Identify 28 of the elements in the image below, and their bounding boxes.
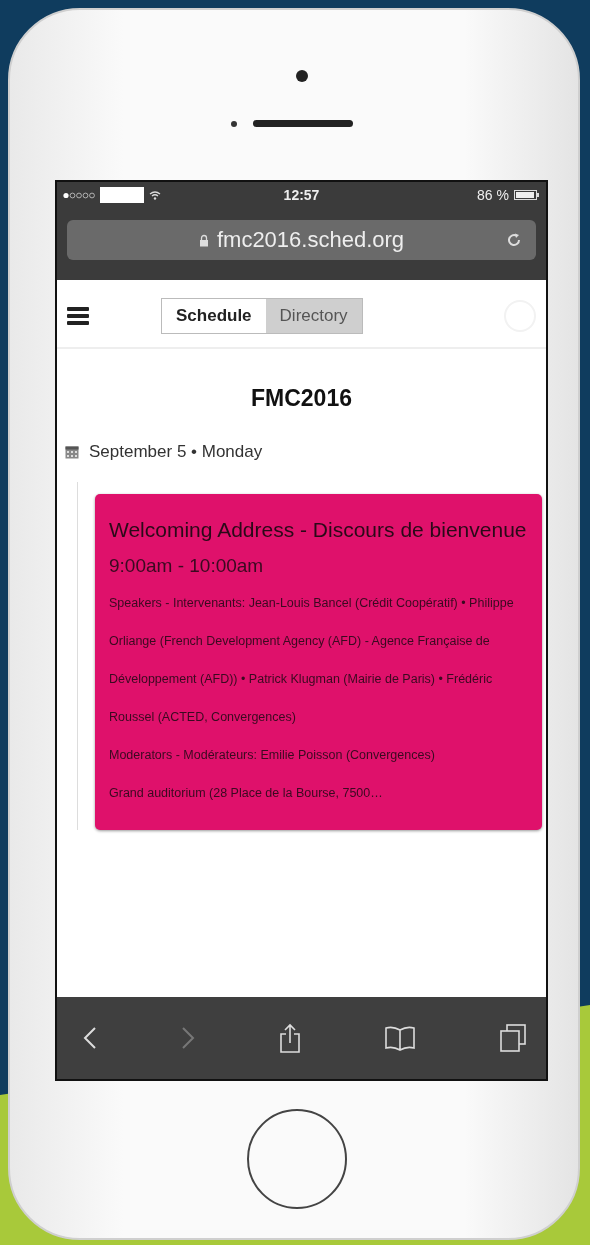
- nav-tab[interactable]: Directory: [265, 298, 362, 333]
- tabs-icon[interactable]: [500, 1024, 526, 1052]
- page-title: FMC2016: [250, 385, 353, 412]
- calendar-icon: [65, 445, 79, 459]
- date-heading: September 5 • Monday: [89, 442, 263, 462]
- signal-icon: [63, 191, 95, 199]
- event-detail: Grand auditorium (28 Place de la Bourse, 7500…: [109, 785, 384, 802]
- battery-percentage: 86 %: [477, 187, 509, 203]
- event-time: 9:00am - 10:00am: [109, 554, 265, 578]
- event-card[interactable]: [95, 494, 542, 830]
- sensor-icon: [230, 120, 237, 127]
- event-detail: Speakers - Intervenants: Jean-Louis Bancel (Crédit Coopératif) • Philippe Orliange (French Development Agency (AFD) - Agence Française de Développement (AFD)) • Patrick Klugman (Mairie de Paris) • Frédéric Roussel (ACTED, Convergences): [109, 595, 515, 726]
- book-icon[interactable]: [384, 1025, 417, 1051]
- home-button[interactable]: [246, 1109, 347, 1209]
- address-bar[interactable]: fmc2016.sched.org: [67, 220, 536, 260]
- redacted-block: [100, 187, 144, 203]
- event-detail: Moderators - Modérateurs: Emilie Poisson (Convergences): [109, 747, 436, 764]
- status-time: 12:57: [283, 187, 320, 203]
- share-icon[interactable]: [278, 1023, 301, 1053]
- lock-icon: [198, 233, 209, 247]
- menu-icon[interactable]: [67, 305, 89, 326]
- battery-icon: [514, 190, 540, 200]
- reload-icon[interactable]: [506, 232, 522, 248]
- url-text: fmc2016.sched.org: [216, 227, 405, 253]
- event-title: Welcoming Address - Discours de bienvenue: [109, 517, 528, 543]
- camera-icon: [295, 70, 308, 82]
- back-icon[interactable]: [83, 1026, 97, 1050]
- wifi-icon: [149, 190, 161, 200]
